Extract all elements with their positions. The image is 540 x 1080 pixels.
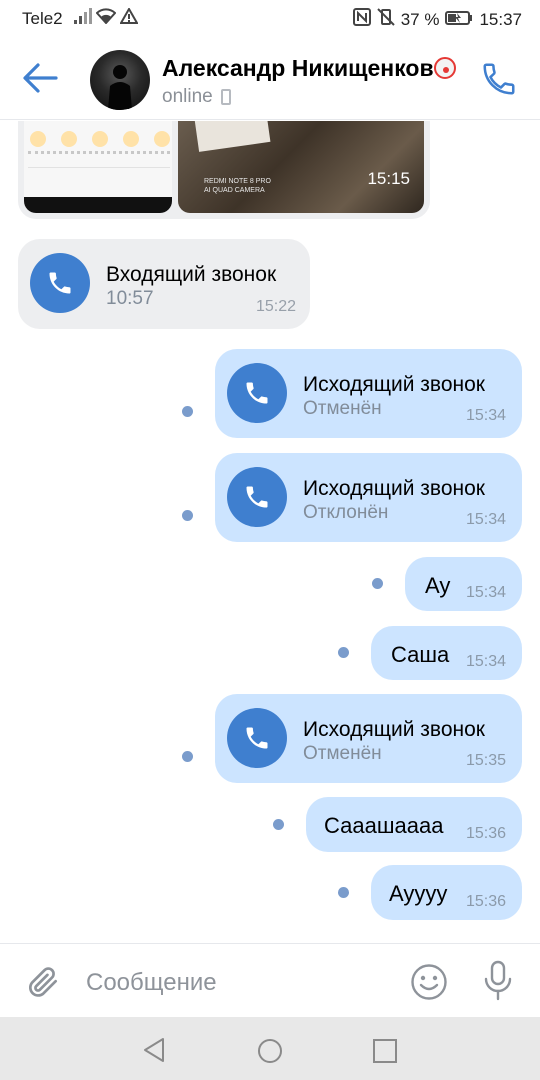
unread-dot [372,578,383,589]
call-message[interactable]: Исходящий звонок Отменён 15:35 [215,694,522,783]
unread-dot [182,510,193,521]
message-text: Ау [425,573,451,598]
emoji-button[interactable] [410,963,448,1001]
phone-icon [246,486,268,508]
message-text: Ауууу [389,881,448,906]
call-message[interactable]: Исходящий звонок Отклонён 15:34 [215,453,522,542]
phone-icon [246,727,268,749]
battery-percent: 37 % [400,9,440,29]
status-right: 37 % 15:37 [352,8,522,31]
text-message[interactable]: Сааашаааа 15:36 [306,797,522,852]
message-time: 15:34 [465,653,506,670]
message-list[interactable]: REDMI NOTE 8 PRO AI QUAD CAMERA 15:15 Вх… [0,121,540,943]
clock: 15:37 [479,9,522,29]
circle-home-icon [258,1039,282,1063]
attach-button[interactable] [24,962,62,1002]
text-message[interactable]: Ауууу 15:36 [371,865,522,920]
camera-watermark: REDMI NOTE 8 PRO AI QUAD CAMERA [204,177,271,195]
battery-icon [445,10,473,30]
message-time: 15:22 [255,298,296,315]
thumbnail-caption-line [28,151,170,161]
message-text: Саша [391,642,450,667]
message-time: 15:36 [465,825,506,842]
wifi-icon [95,8,117,29]
watermark-camera: AI QUAD CAMERA [204,187,265,194]
signal-icon [74,8,92,29]
call-duration: 10:57 [106,288,154,309]
back-arrow-icon [23,63,58,93]
triangle-back-icon [144,1038,164,1062]
phone-icon [49,272,71,294]
text-message[interactable]: Саша 15:34 [371,626,522,680]
call-title: Входящий звонок [106,263,277,286]
message-time: 15:35 [465,752,506,769]
thumbnail-navbar [24,197,172,213]
vibrate-icon [376,8,395,31]
paperclip-icon [29,967,58,997]
back-button[interactable] [20,60,60,96]
call-status: Отменён [303,743,382,764]
text-message[interactable]: Ау 15:34 [405,557,522,611]
call-title: Исходящий звонок [303,373,485,396]
microphone-icon [484,960,512,1001]
mobile-device-icon [220,89,231,105]
message-composer [0,943,540,1017]
smiley-icon [411,964,447,1000]
video-thumbnail[interactable]: REDMI NOTE 8 PRO AI QUAD CAMERA 15:15 [178,121,424,213]
message-time: 15:36 [465,893,506,910]
chat-header: Александр Никищенков online [0,36,540,120]
presence-text: online [162,86,213,107]
avatar[interactable] [90,50,150,110]
call-icon-circle [227,708,287,768]
call-message[interactable]: Входящий звонок 10:57 15:22 [18,239,310,329]
unread-dot [182,751,193,762]
thumbnail-tabbar [28,167,170,181]
app-icons-row [30,131,170,147]
video-duration: 15:15 [367,169,410,188]
screenshot-thumbnail[interactable] [24,121,172,213]
call-icon-circle [30,253,90,313]
status-left-icons [74,6,139,29]
warning-icon [119,6,139,29]
message-input[interactable] [86,966,386,1000]
photo-box-shape [193,121,271,152]
voice-message-button[interactable] [482,960,514,1002]
call-title: Исходящий звонок [303,477,485,500]
carrier-name: Tele2 [22,9,63,28]
call-icon-circle [227,467,287,527]
contact-name[interactable]: Александр Никищенков [162,55,456,82]
unread-dot [338,647,349,658]
call-button[interactable] [480,60,518,98]
unread-dot [338,887,349,898]
contact-name-text: Александр Никищенков [162,55,434,81]
call-status: Отклонён [303,502,389,523]
square-recents-icon [373,1039,397,1063]
system-navigation-bar [0,1017,540,1080]
clown-emoji-icon [433,57,456,79]
system-home-button[interactable] [257,1038,283,1064]
status-bar: Tele2 37 % 15:37 [0,0,540,36]
watermark-model: REDMI NOTE 8 PRO [204,178,271,185]
media-message[interactable]: REDMI NOTE 8 PRO AI QUAD CAMERA 15:15 [18,121,430,219]
system-back-button[interactable] [142,1037,168,1063]
message-time: 15:34 [465,584,506,601]
system-recents-button[interactable] [372,1038,398,1064]
call-icon-circle [227,363,287,423]
call-title: Исходящий звонок [303,718,485,741]
unread-dot [273,819,284,830]
message-text: Сааашаааа [324,813,444,838]
nfc-icon [352,8,371,31]
call-message[interactable]: Исходящий звонок Отменён 15:34 [215,349,522,438]
phone-icon [483,63,515,95]
message-time: 15:34 [465,407,506,424]
message-time: 15:34 [465,511,506,528]
unread-dot [182,406,193,417]
phone-icon [246,382,268,404]
presence-status: online [162,86,231,108]
call-status: Отменён [303,398,382,419]
